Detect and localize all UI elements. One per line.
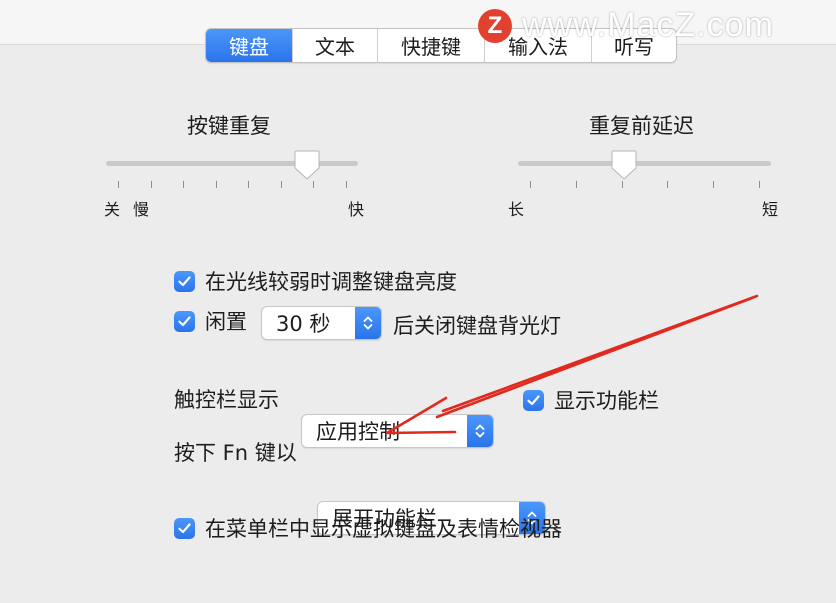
menu-bar-viewer-checkbox[interactable] xyxy=(174,517,195,539)
tab-text[interactable]: 文本 xyxy=(293,29,378,62)
repeat-delay-slider-track[interactable] xyxy=(518,161,771,166)
repeat-delay-short-label: 短 xyxy=(762,200,779,219)
watermark: Z www.MacZ.com xyxy=(478,6,774,45)
fn-key-label-row: 按下 Fn 键以 xyxy=(174,437,297,467)
tab-keyboard[interactable]: 键盘 xyxy=(206,29,293,62)
repeat-delay-slider-thumb[interactable] xyxy=(611,150,637,180)
key-repeat-slow-label: 慢 xyxy=(133,200,150,219)
checkmark-icon xyxy=(527,394,540,405)
checkmark-icon xyxy=(178,522,191,533)
key-repeat-fast-label: 快 xyxy=(348,200,365,219)
touch-bar-label: 触控栏显示 xyxy=(174,388,279,412)
backlight-off-prefix: 闲置 xyxy=(205,310,247,334)
stepper-arrows-icon xyxy=(355,307,381,339)
slider-tick xyxy=(576,181,577,188)
backlight-off-suffix-row: 后关闭键盘背光灯 xyxy=(393,310,561,340)
slider-tick xyxy=(151,181,152,188)
slider-tick xyxy=(713,181,714,188)
key-repeat-title: 按键重复 xyxy=(187,114,271,138)
key-repeat-slider-track[interactable] xyxy=(106,161,358,166)
slider-tick xyxy=(759,181,760,188)
touch-bar-shows-select[interactable]: 应用控制 xyxy=(301,414,494,448)
repeat-delay-long-label: 长 xyxy=(508,200,525,219)
slider-tick xyxy=(346,181,347,188)
show-control-strip-checkbox[interactable] xyxy=(523,389,544,411)
slider-tick xyxy=(313,181,314,188)
slider-tick xyxy=(183,181,184,188)
slider-tick xyxy=(248,181,249,188)
watermark-text: www.MacZ.com xyxy=(522,6,774,44)
backlight-off-checkbox[interactable] xyxy=(174,310,195,332)
backlight-idle-time-value: 30 秒 xyxy=(276,312,331,336)
menu-bar-viewer-row: 在菜单栏中显示虚拟键盘及表情检视器 xyxy=(174,513,562,543)
show-control-strip-row: 显示功能栏 xyxy=(523,385,659,415)
slider-tick xyxy=(667,181,668,188)
show-control-strip-label: 显示功能栏 xyxy=(554,389,659,413)
backlight-idle-time-select[interactable]: 30 秒 xyxy=(261,306,382,340)
touch-bar-label-row: 触控栏显示 xyxy=(174,384,279,414)
slider-tick xyxy=(118,181,119,188)
slider-tick xyxy=(622,181,623,188)
touch-bar-shows-value: 应用控制 xyxy=(316,420,400,444)
adjust-brightness-label: 在光线较弱时调整键盘亮度 xyxy=(205,270,457,294)
key-repeat-slider-thumb[interactable] xyxy=(294,150,320,180)
checkmark-icon xyxy=(178,275,191,286)
fn-key-label: 按下 Fn 键以 xyxy=(174,441,297,465)
repeat-delay-title: 重复前延迟 xyxy=(589,114,694,138)
backlight-off-row: 闲置 xyxy=(174,306,247,336)
slider-tick xyxy=(281,181,282,188)
checkmark-icon xyxy=(178,315,191,326)
watermark-logo-icon: Z xyxy=(478,8,512,43)
slider-tick xyxy=(530,181,531,188)
chevron-updown-icon xyxy=(467,415,493,447)
key-repeat-off-label: 关 xyxy=(104,200,121,219)
adjust-brightness-checkbox[interactable] xyxy=(174,270,195,292)
slider-tick xyxy=(216,181,217,188)
menu-bar-viewer-label: 在菜单栏中显示虚拟键盘及表情检视器 xyxy=(205,517,562,541)
tab-shortcuts[interactable]: 快捷键 xyxy=(378,29,485,62)
adjust-brightness-row: 在光线较弱时调整键盘亮度 xyxy=(174,266,457,296)
backlight-off-suffix: 后关闭键盘背光灯 xyxy=(393,314,561,338)
